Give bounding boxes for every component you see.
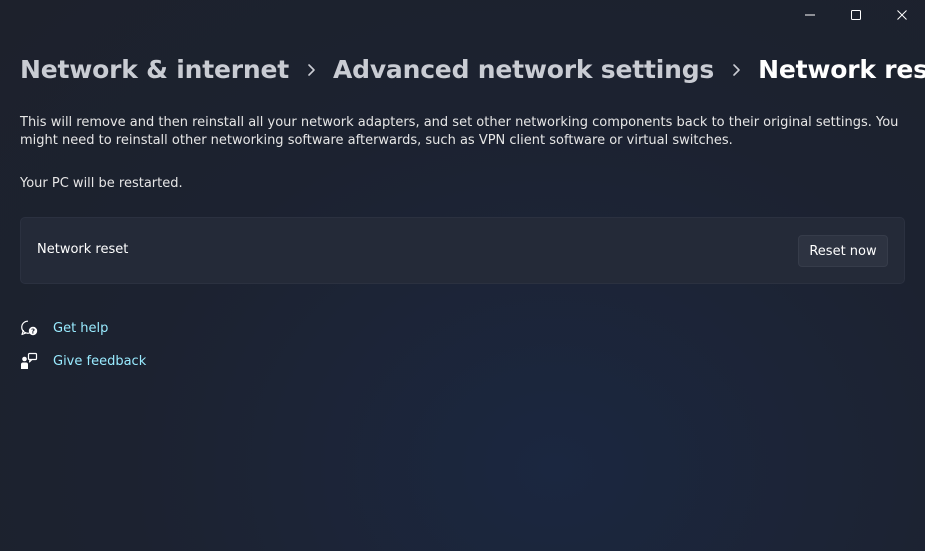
settings-window: Network & internet Advanced network sett…	[0, 0, 925, 551]
reset-now-button[interactable]: Reset now	[798, 235, 888, 267]
maximize-icon	[851, 10, 861, 20]
window-caption-buttons	[787, 0, 925, 30]
get-help-label: Get help	[53, 320, 109, 336]
give-feedback-label: Give feedback	[53, 353, 147, 369]
breadcrumb-network-internet[interactable]: Network & internet	[20, 55, 289, 84]
chevron-right-icon	[289, 63, 333, 77]
close-icon	[897, 10, 907, 20]
reset-description: This will remove and then reinstall all …	[20, 115, 899, 148]
breadcrumb-advanced-network-settings[interactable]: Advanced network settings	[333, 55, 714, 84]
minimize-button[interactable]	[787, 0, 833, 30]
network-reset-card: Network reset Reset now	[20, 217, 905, 284]
get-help-icon: ?	[20, 319, 38, 337]
chevron-right-icon	[714, 63, 758, 77]
help-links: ? Get help Give feedback	[20, 318, 146, 384]
minimize-icon	[805, 14, 815, 16]
give-feedback-icon	[20, 352, 38, 370]
breadcrumb: Network & internet Advanced network sett…	[20, 55, 925, 84]
close-button[interactable]	[879, 0, 925, 30]
network-reset-label: Network reset	[37, 242, 129, 257]
svg-text:?: ?	[31, 328, 35, 336]
page-title: Network reset	[758, 55, 925, 84]
maximize-button[interactable]	[833, 0, 879, 30]
restart-note: Your PC will be restarted.	[20, 176, 183, 191]
give-feedback-link[interactable]: Give feedback	[20, 351, 146, 371]
get-help-link[interactable]: ? Get help	[20, 318, 146, 338]
